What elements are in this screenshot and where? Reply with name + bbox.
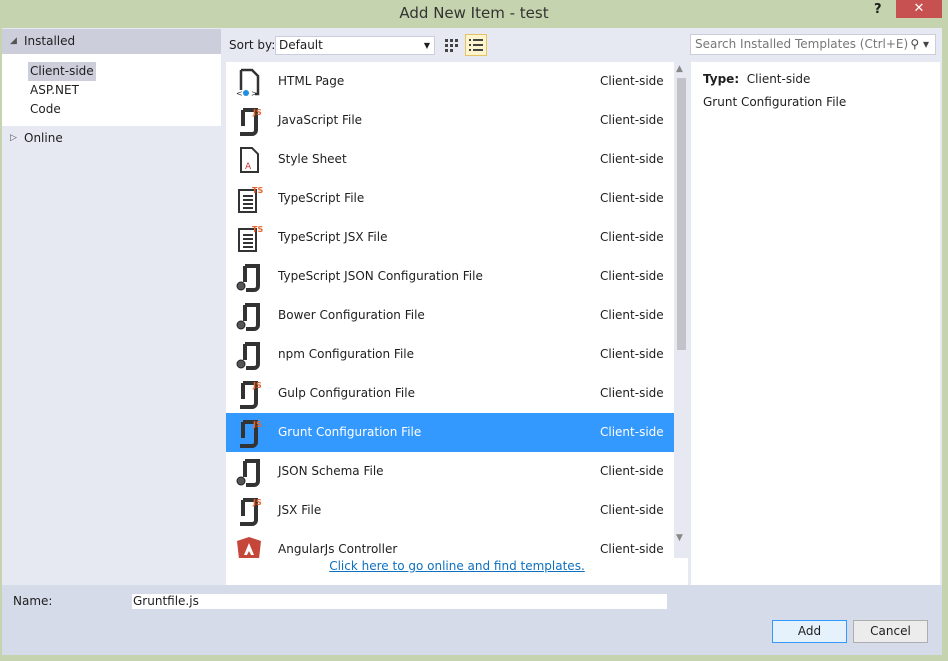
small-icons-view-button[interactable] — [442, 35, 462, 55]
svg-text:A: A — [245, 162, 252, 172]
template-item[interactable]: Bower Configuration File Client-side — [226, 296, 674, 335]
template-item[interactable]: < > HTML Page Client-side — [226, 62, 674, 101]
help-button[interactable]: ? — [874, 2, 882, 17]
tree-item-aspnet[interactable]: ASP.NET — [28, 81, 81, 100]
angular-icon — [237, 537, 261, 558]
list-icon — [469, 39, 483, 51]
svg-text:JS: JS — [252, 108, 262, 117]
template-item[interactable]: JS Gulp Configuration File Client-side — [226, 374, 674, 413]
expanded-triangle-icon: ◢ — [10, 36, 17, 46]
template-description: Grunt Configuration File — [703, 95, 847, 109]
grid-icon — [445, 39, 458, 52]
ts-file-icon: TS — [238, 225, 263, 252]
config-file-icon — [236, 264, 260, 292]
template-category: Client-side — [600, 347, 664, 361]
template-name: Gulp Configuration File — [278, 386, 415, 400]
template-category: Client-side — [600, 191, 664, 205]
template-item[interactable]: AngularJs Controller Client-side — [226, 530, 674, 558]
type-label: Type: — [703, 72, 740, 86]
config-file-icon — [236, 459, 260, 487]
js-file-icon: JS — [240, 381, 262, 409]
search-icon: ⚲ ▾ — [910, 37, 929, 51]
details-panel: Type: Client-side Grunt Configuration Fi… — [691, 62, 940, 585]
js-file-icon: JS — [240, 420, 262, 448]
template-name: AngularJs Controller — [278, 542, 398, 556]
collapsed-triangle-icon: ▷ — [10, 133, 17, 143]
template-item[interactable]: npm Configuration File Client-side — [226, 335, 674, 374]
template-item[interactable]: JSON Schema File Client-side — [226, 452, 674, 491]
chevron-down-icon: ▼ — [423, 41, 430, 50]
ts-file-icon: TS — [238, 186, 263, 213]
template-category: Client-side — [600, 269, 664, 283]
template-name: Bower Configuration File — [278, 308, 425, 322]
sort-label: Sort by: — [229, 38, 276, 52]
svg-text:JS: JS — [252, 420, 262, 429]
window-title: Add New Item - test — [399, 4, 549, 22]
template-name: npm Configuration File — [278, 347, 415, 361]
template-item[interactable]: A Style Sheet Client-side — [226, 140, 674, 179]
sort-value: Default — [279, 38, 323, 52]
installed-label: Installed — [24, 34, 76, 48]
template-item[interactable]: TS TypeScript File Client-side — [226, 179, 674, 218]
tree-item-client-side[interactable]: Client-side — [28, 62, 96, 81]
svg-text:JS: JS — [252, 498, 262, 507]
template-name: JSON Schema File — [278, 464, 384, 478]
template-category: Client-side — [600, 542, 664, 556]
template-name: TypeScript JSON Configuration File — [278, 269, 483, 283]
config-file-icon — [236, 303, 260, 331]
template-category: Client-side — [600, 425, 664, 439]
svg-text:TS: TS — [252, 186, 263, 195]
template-name: JavaScript File — [278, 113, 363, 127]
tree-installed[interactable]: ◢ Installed — [2, 29, 221, 54]
svg-text:JS: JS — [252, 381, 262, 390]
online-label: Online — [24, 131, 63, 145]
template-list: < > HTML Page Client-side JS JavaScript File C… — [226, 62, 674, 558]
cancel-button[interactable]: Cancel — [853, 620, 928, 643]
list-view-button[interactable] — [465, 34, 487, 56]
template-name: TypeScript JSX File — [278, 230, 388, 244]
scroll-up-icon[interactable]: ▲ — [676, 64, 683, 74]
template-category: Client-side — [600, 386, 664, 400]
name-input[interactable]: Gruntfile.js — [132, 594, 667, 609]
online-templates-link[interactable]: Click here to go online and find templat… — [329, 559, 585, 573]
template-item[interactable]: JS JavaScript File Client-side — [226, 101, 674, 140]
template-name: Style Sheet — [278, 152, 347, 166]
template-category: Client-side — [600, 503, 664, 517]
template-name: TypeScript File — [278, 191, 365, 205]
html-file-icon: < > — [236, 68, 260, 97]
template-category: Client-side — [600, 74, 664, 88]
installed-categories: Client-side ASP.NET Code — [2, 54, 221, 126]
template-item[interactable]: TS TypeScript JSX File Client-side — [226, 218, 674, 257]
css-file-icon: A — [240, 147, 259, 173]
svg-text:TS: TS — [252, 225, 263, 234]
svg-text:<: < — [236, 89, 243, 97]
template-category: Client-side — [600, 113, 664, 127]
template-category: Client-side — [600, 464, 664, 478]
tree-online[interactable]: ▷ Online — [2, 128, 63, 148]
template-name: JSX File — [278, 503, 322, 517]
template-name: HTML Page — [278, 74, 345, 88]
template-category: Client-side — [600, 308, 664, 322]
name-label: Name: — [13, 594, 53, 608]
search-placeholder: Search Installed Templates (Ctrl+E) — [695, 37, 909, 51]
template-category: Client-side — [600, 230, 664, 244]
template-name: Grunt Configuration File — [278, 425, 422, 439]
js-file-icon: JS — [240, 108, 262, 136]
sort-select[interactable]: Default ▼ — [275, 36, 435, 55]
type-value: Client-side — [746, 72, 811, 86]
scrollbar-thumb[interactable] — [677, 78, 686, 350]
online-link-area: Click here to go online and find templat… — [226, 558, 688, 585]
scroll-down-icon[interactable]: ▼ — [676, 533, 683, 543]
template-category: Client-side — [600, 152, 664, 166]
template-item[interactable]: JS JSX File Client-side — [226, 491, 674, 530]
tree-item-code[interactable]: Code — [28, 100, 63, 119]
config-file-icon — [236, 342, 260, 370]
search-input[interactable]: Search Installed Templates (Ctrl+E) ⚲ ▾ — [690, 34, 936, 55]
template-item[interactable]: JS Grunt Configuration File Client-side — [226, 413, 674, 452]
js-file-icon: JS — [240, 498, 262, 526]
add-button[interactable]: Add — [772, 620, 847, 643]
template-item[interactable]: TypeScript JSON Configuration File Client… — [226, 257, 674, 296]
svg-text:>: > — [251, 89, 258, 97]
close-button[interactable]: ✕ — [896, 0, 942, 18]
